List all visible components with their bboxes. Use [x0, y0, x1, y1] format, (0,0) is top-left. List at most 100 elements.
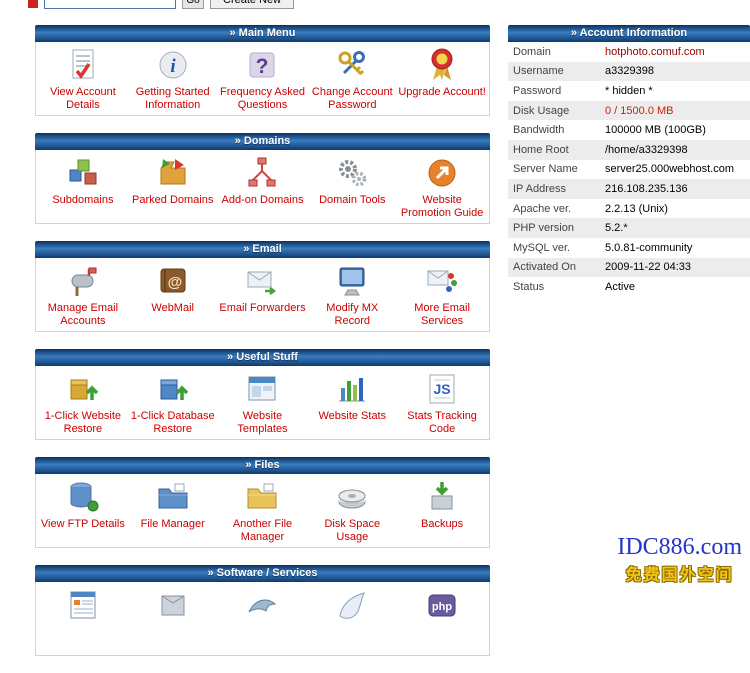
menu-item-disk-space-usage[interactable]: Disk Space Usage — [307, 479, 397, 545]
section-header-useful-stuff: » Useful Stuff — [35, 349, 490, 366]
account-row-value: hotphoto.comuf.com — [605, 46, 705, 58]
sections-column: » Main Menu View Account DetailsiGetting … — [35, 25, 490, 673]
menu-item-more-email-services[interactable]: More Email Services — [397, 263, 487, 329]
menu-item-label: Change Account Password — [307, 86, 397, 111]
account-row-value: 0 / 1500.0 MB — [605, 105, 674, 117]
js-code-icon: JS — [424, 371, 460, 407]
quick-search-input[interactable] — [44, 0, 176, 9]
menu-item-label: Frequency Asked Questions — [218, 86, 308, 111]
account-row-value: 2009-11-22 04:33 — [605, 261, 691, 273]
software-list-window-icon — [65, 587, 101, 623]
section-domains: » DomainsSubdomainsParked DomainsAdd-on … — [35, 133, 490, 224]
menu-item-frequency-asked-questions[interactable]: ? Frequency Asked Questions — [218, 47, 308, 113]
menu-item-backups[interactable]: Backups — [397, 479, 487, 545]
menu-item-manage-email-accounts[interactable]: Manage Email Accounts — [38, 263, 128, 329]
svg-text:?: ? — [256, 55, 269, 78]
menu-item-1-click-website-restore[interactable]: 1-Click Website Restore — [38, 371, 128, 437]
menu-item-view-account-details[interactable]: View Account Details — [38, 47, 128, 113]
menu-item-label: Upgrade Account! — [398, 86, 485, 99]
website-restore-box-icon — [65, 371, 101, 407]
folder-yellow-icon — [244, 479, 280, 515]
account-info-header: » Account Information — [508, 25, 750, 42]
menu-item-label: File Manager — [141, 518, 205, 531]
section-main-menu: » Main Menu View Account DetailsiGetting … — [35, 25, 490, 116]
account-row-status: StatusActive — [508, 277, 750, 297]
account-row-domain: Domainhotphoto.comuf.com — [508, 42, 750, 62]
menu-item-mysql-dolphin[interactable] — [218, 587, 308, 653]
menu-item-getting-started-information[interactable]: iGetting Started Information — [128, 47, 218, 113]
webmail-book-icon: @ — [155, 263, 191, 299]
section-body: View FTP Details File Manager Another File… — [35, 474, 490, 548]
account-row-label: Activated On — [508, 261, 605, 273]
menu-item-email-forwarders[interactable]: Email Forwarders — [218, 263, 308, 329]
menu-item-website-stats[interactable]: Website Stats — [307, 371, 397, 437]
menu-item-label: Website Promotion Guide — [397, 194, 487, 219]
account-row-label: IP Address — [508, 183, 605, 195]
section-header-software-services: » Software / Services — [35, 565, 490, 582]
section-email: » Email Manage Email Accounts @ WebMail Emai… — [35, 241, 490, 332]
account-row-home-root: Home Root/home/a3329398 — [508, 140, 750, 160]
section-header-main-menu: » Main Menu — [35, 25, 490, 42]
account-row-value: 5.2.* — [605, 222, 628, 234]
menu-item-another-file-manager[interactable]: Another File Manager — [218, 479, 308, 545]
account-row-label: Username — [508, 65, 605, 77]
menu-item-stats-tracking-code[interactable]: JSStats Tracking Code — [397, 371, 487, 437]
menu-item-change-account-password[interactable]: Change Account Password — [307, 47, 397, 113]
menu-item-label: 1-Click Database Restore — [128, 410, 218, 435]
menu-item-label: View Account Details — [38, 86, 128, 111]
addon-domains-network-icon — [244, 155, 280, 191]
mx-monitor-icon — [334, 263, 370, 299]
mysql-dolphin-icon — [244, 587, 280, 623]
account-row-mysql-ver: MySQL ver.5.0.81-community — [508, 238, 750, 258]
svg-text:@: @ — [167, 274, 182, 291]
account-info-panel: » Account Information Domainhotphoto.com… — [508, 25, 750, 297]
account-row-value: 100000 MB (100GB) — [605, 124, 706, 136]
menu-item-label: Email Forwarders — [219, 302, 305, 315]
menu-item-webmail[interactable]: @ WebMail — [128, 263, 218, 329]
menu-item-parked-domains[interactable]: Parked Domains — [128, 155, 218, 221]
account-row-value: a3329398 — [605, 65, 654, 77]
menu-item-software-list-window[interactable] — [38, 587, 128, 653]
subdomains-cubes-icon — [65, 155, 101, 191]
account-row-value: 216.108.235.136 — [605, 183, 688, 195]
section-useful-stuff: » Useful Stuff 1-Click Website Restore1-C… — [35, 349, 490, 440]
menu-item-shell-seashell[interactable] — [307, 587, 397, 653]
account-row-activated-on: Activated On2009-11-22 04:33 — [508, 258, 750, 278]
account-row-label: Server Name — [508, 163, 605, 175]
envelope-forward-icon — [244, 263, 280, 299]
section-header-files: » Files — [35, 457, 490, 474]
menu-item-php-cube[interactable]: php — [397, 587, 487, 653]
menu-item-modify-mx-record[interactable]: Modify MX Record — [307, 263, 397, 329]
account-row-label: PHP version — [508, 222, 605, 234]
watermark-line1: IDC886.com — [617, 534, 742, 561]
faq-icon: ? — [244, 47, 280, 83]
menu-item-website-templates[interactable]: Website Templates — [218, 371, 308, 437]
menu-item-add-on-domains[interactable]: Add-on Domains — [218, 155, 308, 221]
account-row-value: Active — [605, 281, 635, 293]
menu-item-label: Add-on Domains — [222, 194, 304, 207]
account-row-apache-ver: Apache ver.2.2.13 (Unix) — [508, 199, 750, 219]
menu-item-website-promotion-guide[interactable]: Website Promotion Guide — [397, 155, 487, 221]
account-row-value: * hidden * — [605, 85, 653, 97]
menu-item-view-ftp-details[interactable]: View FTP Details — [38, 479, 128, 545]
section-header-email: » Email — [35, 241, 490, 258]
menu-item-file-manager[interactable]: File Manager — [128, 479, 218, 545]
menu-item-label: Website Stats — [318, 410, 386, 423]
menu-item-label: Website Templates — [218, 410, 308, 435]
menu-item-domain-tools[interactable]: Domain Tools — [307, 155, 397, 221]
go-button[interactable]: Go — [182, 0, 204, 9]
menu-item-upgrade-account[interactable]: Upgrade Account! — [397, 47, 487, 113]
menu-item-1-click-database-restore[interactable]: 1-Click Database Restore — [128, 371, 218, 437]
parked-domains-icon — [155, 155, 191, 191]
php-cube-icon: php — [424, 587, 460, 623]
menu-item-label: Subdomains — [52, 194, 113, 207]
menu-item-label: Getting Started Information — [128, 86, 218, 111]
menu-item-subdomains[interactable]: Subdomains — [38, 155, 128, 221]
menu-item-software-installer-box[interactable] — [128, 587, 218, 653]
create-new-button[interactable]: Create New — [210, 0, 294, 9]
account-row-value: /home/a3329398 — [605, 144, 688, 156]
svg-text:php: php — [432, 601, 452, 613]
menu-item-label: WebMail — [151, 302, 194, 315]
account-row-ip-address: IP Address216.108.235.136 — [508, 179, 750, 199]
folder-blue-icon — [155, 479, 191, 515]
